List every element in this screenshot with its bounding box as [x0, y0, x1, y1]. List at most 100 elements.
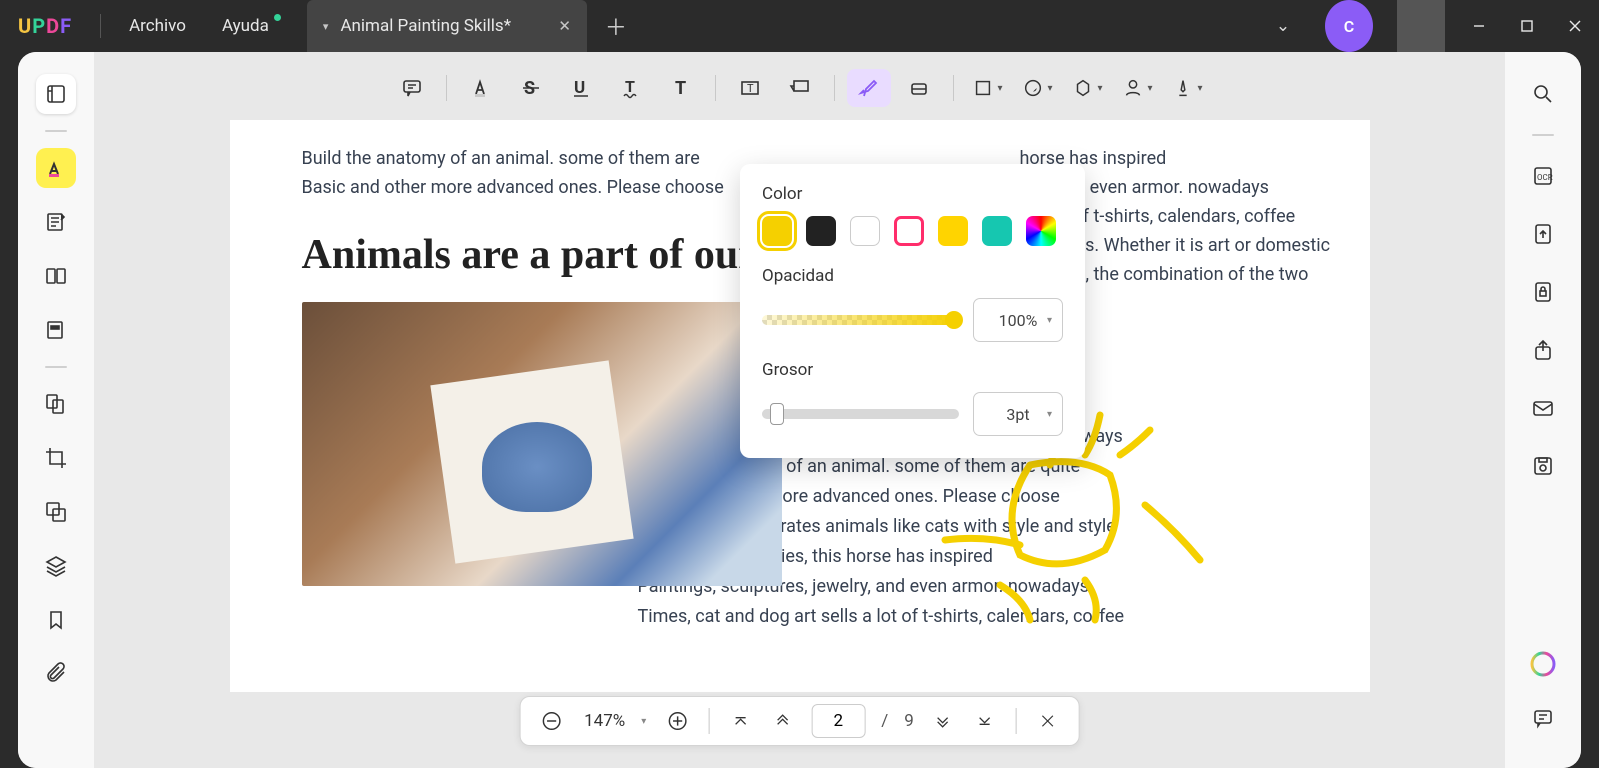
last-page-button[interactable]	[968, 704, 1002, 738]
textbox-tool[interactable]: T	[728, 69, 772, 107]
slider-thumb[interactable]	[945, 311, 963, 329]
share-button[interactable]	[1523, 330, 1563, 370]
protect-button[interactable]	[1523, 272, 1563, 312]
signature-tool[interactable]: ▾	[1116, 69, 1160, 107]
tab-title: Animal Painting Skills*	[340, 16, 546, 36]
divider	[834, 75, 835, 101]
divider	[715, 75, 716, 101]
thickness-value[interactable]: 3pt▾	[973, 392, 1063, 436]
divider	[1532, 134, 1554, 136]
window-maximize-button[interactable]	[1503, 0, 1551, 52]
caret-icon: ▾	[997, 83, 1002, 94]
close-bar-button[interactable]	[1031, 704, 1065, 738]
reader-mode-button[interactable]	[36, 74, 76, 114]
divider	[45, 130, 67, 132]
eraser-tool[interactable]	[897, 69, 941, 107]
tab-chevron-icon: ▾	[323, 20, 329, 33]
swatch-custom[interactable]	[1026, 216, 1056, 246]
save-button[interactable]	[1523, 446, 1563, 486]
zoom-out-button[interactable]	[534, 704, 568, 738]
divider	[1397, 0, 1445, 52]
divider	[45, 366, 67, 368]
window-close-button[interactable]	[1551, 0, 1599, 52]
compare-button[interactable]	[36, 384, 76, 424]
divider	[708, 708, 709, 734]
svg-text:T: T	[675, 78, 686, 99]
ocr-button[interactable]: OCR	[1523, 156, 1563, 196]
stamp-tool[interactable]: ▾	[1066, 69, 1110, 107]
squiggly-tool[interactable]: T	[609, 69, 653, 107]
svg-text:OCR: OCR	[1537, 173, 1553, 182]
app-logo: UPDF	[18, 14, 72, 38]
batch-button[interactable]	[36, 492, 76, 532]
caret-icon: ▾	[1047, 83, 1052, 94]
right-sidebar: OCR	[1505, 52, 1581, 768]
add-tab-button[interactable]: ＋	[605, 10, 627, 42]
document-tab[interactable]: ▾ Animal Painting Skills* ✕	[307, 0, 587, 52]
thickness-label: Grosor	[762, 360, 1063, 380]
redact-button[interactable]	[36, 310, 76, 350]
user-avatar[interactable]: C	[1325, 0, 1373, 52]
comment-tool[interactable]	[390, 69, 434, 107]
divider	[446, 75, 447, 101]
pencil-tool[interactable]	[847, 69, 891, 107]
page-input[interactable]: 2	[811, 704, 865, 738]
swatch-yellow2[interactable]	[938, 216, 968, 246]
svg-text:U: U	[574, 78, 585, 98]
body-text: Times, cat and dog art sells a lot of t-…	[638, 602, 1298, 631]
first-page-button[interactable]	[723, 704, 757, 738]
opacity-slider[interactable]	[762, 315, 959, 325]
opacity-label: Opacidad	[762, 266, 1063, 286]
convert-button[interactable]	[1523, 214, 1563, 254]
tab-close-icon[interactable]: ✕	[558, 17, 571, 35]
strikethrough-tool[interactable]: S	[509, 69, 553, 107]
pages-organize-button[interactable]	[36, 256, 76, 296]
titlebar-chevron-icon[interactable]: ⌄	[1259, 0, 1307, 52]
annotation-toolbar: S U T T T ▾ ▾ ▾ ▾ ▾	[94, 64, 1505, 112]
divider	[1016, 708, 1017, 734]
zoom-level[interactable]: 147%	[576, 711, 633, 731]
caret-icon: ▾	[1047, 409, 1052, 420]
shapes-tool[interactable]: ▾	[966, 69, 1010, 107]
sticker-tool[interactable]: ▾	[1016, 69, 1060, 107]
layers-button[interactable]	[36, 546, 76, 586]
email-button[interactable]	[1523, 388, 1563, 428]
update-dot-icon	[274, 14, 281, 21]
attachment-button[interactable]	[36, 654, 76, 694]
highlighter-tool-button[interactable]	[36, 148, 76, 188]
prev-page-button[interactable]	[765, 704, 799, 738]
swatch-teal[interactable]	[982, 216, 1012, 246]
edit-text-button[interactable]	[36, 202, 76, 242]
highlight-tool[interactable]	[459, 69, 503, 107]
caret-icon[interactable]: ▾	[641, 716, 646, 727]
caret-icon: ▾	[1197, 83, 1202, 94]
thickness-slider[interactable]	[762, 409, 959, 419]
color-swatches	[762, 216, 1063, 246]
menu-file[interactable]: Archivo	[111, 16, 204, 36]
text-tool[interactable]: T	[659, 69, 703, 107]
brand-ring-icon[interactable]	[1529, 650, 1557, 678]
crop-button[interactable]	[36, 438, 76, 478]
swatch-black[interactable]	[806, 216, 836, 246]
left-sidebar	[18, 52, 94, 768]
menu-help[interactable]: Ayuda	[204, 16, 287, 36]
underline-tool[interactable]: U	[559, 69, 603, 107]
color-label: Color	[762, 184, 1063, 204]
slider-thumb[interactable]	[770, 403, 784, 425]
callout-tool[interactable]	[778, 69, 822, 107]
swatch-white[interactable]	[850, 216, 880, 246]
window-minimize-button[interactable]	[1455, 0, 1503, 52]
search-button[interactable]	[1523, 74, 1563, 114]
menu-help-label: Ayuda	[222, 16, 269, 36]
zoom-in-button[interactable]	[660, 704, 694, 738]
pencil-settings-popup: Color Opacidad 100%▾ Grosor 3pt▾	[740, 164, 1085, 458]
opacity-value[interactable]: 100%▾	[973, 298, 1063, 342]
next-page-button[interactable]	[926, 704, 960, 738]
comments-panel-button[interactable]	[1523, 698, 1563, 738]
swatch-pink[interactable]	[894, 216, 924, 246]
bookmark-button[interactable]	[36, 600, 76, 640]
sign-tool[interactable]: ▾	[1166, 69, 1210, 107]
page-total: 9	[900, 711, 918, 731]
swatch-yellow[interactable]	[762, 216, 792, 246]
document-canvas[interactable]: S U T T T ▾ ▾ ▾ ▾ ▾ Build the anatomy of…	[94, 52, 1505, 768]
